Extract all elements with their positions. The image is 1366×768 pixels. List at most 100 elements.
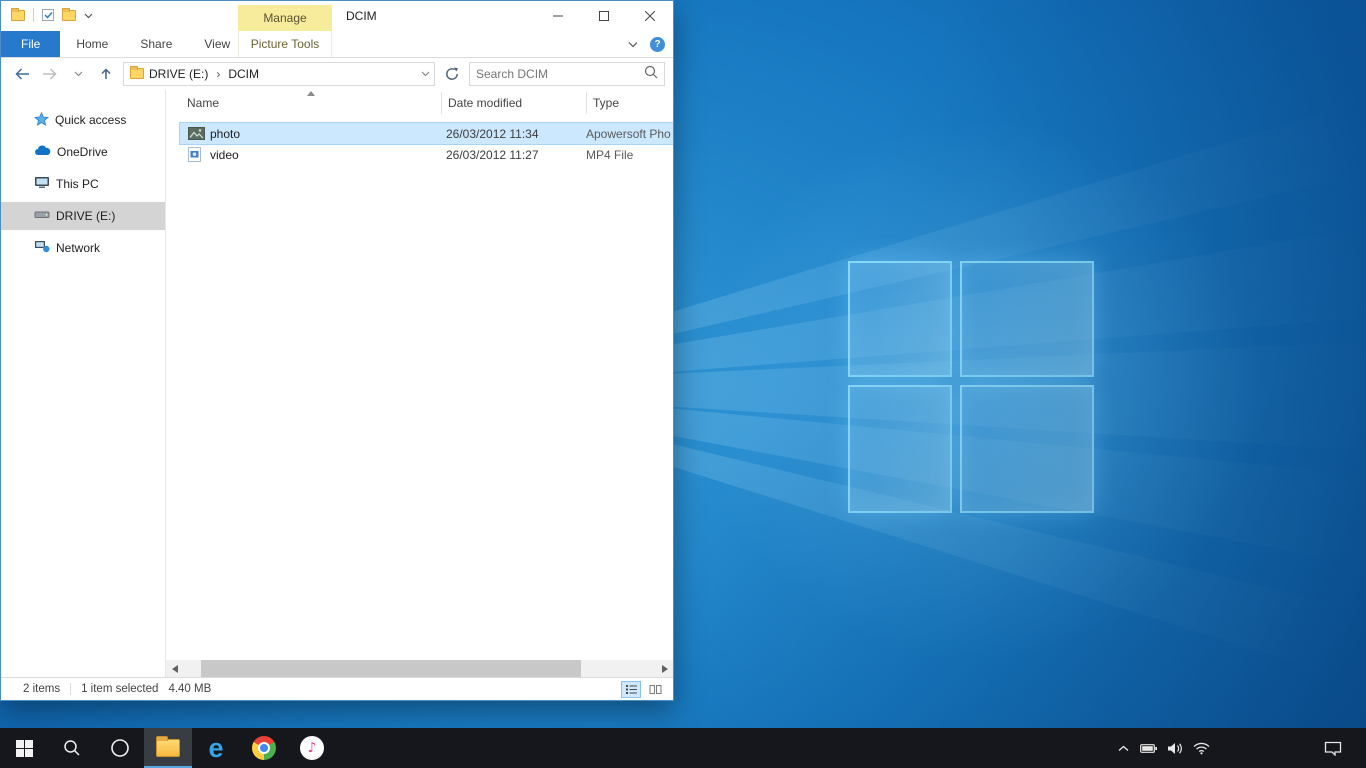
chrome-icon <box>252 736 276 760</box>
address-dropdown-chevron-icon[interactable] <box>421 71 430 77</box>
status-item-count: 2 items <box>23 683 60 695</box>
sidebar-item-label: Quick access <box>55 113 126 127</box>
photo-thumbnail-icon <box>188 127 205 140</box>
search-box[interactable] <box>469 62 665 86</box>
scroll-left-arrow-icon[interactable] <box>166 660 183 677</box>
itunes-icon: ♪ <box>300 736 324 760</box>
file-explorer-window: Manage DCIM File Home Share View Picture… <box>0 0 674 701</box>
action-center-button[interactable] <box>1316 728 1350 768</box>
up-button[interactable] <box>95 63 117 85</box>
taskbar-search-button[interactable] <box>48 728 96 768</box>
sidebar-item-label: OneDrive <box>57 145 108 159</box>
taskbar-file-explorer-button[interactable] <box>144 728 192 768</box>
taskbar-itunes-button[interactable]: ♪ <box>288 728 336 768</box>
file-explorer-icon <box>156 739 180 757</box>
scrollbar-thumb[interactable] <box>201 660 581 677</box>
new-folder-icon[interactable] <box>62 10 76 21</box>
volume-icon[interactable] <box>1162 728 1188 768</box>
sidebar-item-label: This PC <box>56 177 99 191</box>
folder-icon <box>130 68 144 79</box>
breadcrumb-folder[interactable]: DCIM <box>228 67 259 81</box>
large-icons-view-button[interactable] <box>645 681 665 698</box>
search-input[interactable] <box>476 67 644 81</box>
status-bar: 2 items 1 item selected 4.40 MB <box>1 677 673 700</box>
file-list-area: Name Date modified Type photo 26/03/2012… <box>166 90 673 677</box>
star-icon <box>34 112 49 129</box>
recent-locations-chevron-icon[interactable] <box>67 63 89 85</box>
close-button[interactable] <box>627 1 673 31</box>
wifi-icon[interactable] <box>1188 728 1214 768</box>
sidebar-item-onedrive[interactable]: OneDrive <box>1 138 165 166</box>
taskbar-chrome-button[interactable] <box>240 728 288 768</box>
column-header-date-modified[interactable]: Date modified <box>448 96 522 110</box>
search-icon[interactable] <box>644 65 658 82</box>
column-header-type[interactable]: Type <box>593 96 619 110</box>
manage-contextual-group[interactable]: Manage <box>238 5 332 31</box>
title-bar: Manage DCIM <box>1 1 673 31</box>
tab-picture-tools[interactable]: Picture Tools <box>238 31 332 57</box>
window-title: DCIM <box>346 9 377 23</box>
windows-start-icon <box>16 740 33 757</box>
column-separator[interactable] <box>441 92 442 114</box>
system-tray <box>1110 728 1214 768</box>
main-area: Quick access OneDrive This PC DRIVE (E:)… <box>1 90 673 677</box>
maximize-button[interactable] <box>581 1 627 31</box>
sidebar-item-this-pc[interactable]: This PC <box>1 170 165 198</box>
scroll-right-arrow-icon[interactable] <box>656 660 673 677</box>
help-icon[interactable]: ? <box>650 37 665 52</box>
horizontal-scrollbar[interactable] <box>166 660 673 677</box>
details-view-button[interactable] <box>621 681 641 698</box>
hidden-icons-chevron-icon[interactable] <box>1110 728 1136 768</box>
expand-ribbon-chevron-icon[interactable] <box>628 37 638 51</box>
ribbon-right-controls: ? <box>628 31 665 57</box>
tab-file[interactable]: File <box>1 31 60 57</box>
scrollbar-track[interactable] <box>183 660 656 677</box>
sidebar-item-drive-e[interactable]: DRIVE (E:) <box>1 202 165 230</box>
navigation-pane: Quick access OneDrive This PC DRIVE (E:)… <box>1 90 166 677</box>
explorer-window-icon <box>11 10 25 21</box>
start-button[interactable] <box>0 728 48 768</box>
file-row-photo[interactable]: photo 26/03/2012 11:34 Apowersoft Pho <box>180 123 673 144</box>
breadcrumb-drive[interactable]: DRIVE (E:) <box>149 67 208 81</box>
cortana-circle-icon <box>110 738 130 758</box>
tab-home[interactable]: Home <box>60 31 124 57</box>
properties-icon[interactable] <box>42 9 54 21</box>
status-separator <box>70 683 71 695</box>
search-icon <box>63 739 81 757</box>
action-center-icon <box>1324 741 1342 756</box>
drive-icon <box>34 209 50 223</box>
breadcrumb-separator-icon: › <box>213 67 223 81</box>
minimize-button[interactable] <box>535 1 581 31</box>
file-date-modified: 26/03/2012 11:27 <box>446 148 586 162</box>
refresh-icon[interactable] <box>441 63 463 85</box>
view-toggles <box>621 681 665 698</box>
toolbar-separator <box>33 8 34 22</box>
caption-buttons <box>535 1 673 31</box>
cloud-icon <box>34 145 51 159</box>
tab-share[interactable]: Share <box>124 31 188 57</box>
file-type: Apowersoft Pho <box>586 127 673 141</box>
back-button[interactable] <box>11 63 33 85</box>
customize-qat-chevron-icon[interactable] <box>84 8 93 22</box>
column-header-name[interactable]: Name <box>187 96 219 110</box>
cortana-button[interactable] <box>96 728 144 768</box>
forward-button[interactable] <box>39 63 61 85</box>
video-file-icon <box>188 147 205 162</box>
column-headers: Name Date modified Type <box>166 90 673 116</box>
taskbar-edge-button[interactable]: e <box>192 728 240 768</box>
taskbar: e ♪ <box>0 728 1366 768</box>
column-separator[interactable] <box>586 92 587 114</box>
sidebar-item-label: DRIVE (E:) <box>56 209 115 223</box>
sidebar-item-network[interactable]: Network <box>1 234 165 262</box>
address-bar-row: DRIVE (E:) › DCIM <box>1 58 673 89</box>
battery-icon[interactable] <box>1136 728 1162 768</box>
file-row-video[interactable]: video 26/03/2012 11:27 MP4 File <box>180 144 673 165</box>
address-bar[interactable]: DRIVE (E:) › DCIM <box>123 62 435 86</box>
quick-access-toolbar <box>11 8 93 22</box>
file-name: photo <box>210 127 446 141</box>
sidebar-item-quick-access[interactable]: Quick access <box>1 106 165 134</box>
status-selected-size: 4.40 MB <box>168 683 211 695</box>
ribbon-tab-row: File Home Share View Picture Tools ? <box>1 31 673 58</box>
edge-icon: e <box>208 735 223 762</box>
status-selected-count: 1 item selected <box>81 683 158 695</box>
